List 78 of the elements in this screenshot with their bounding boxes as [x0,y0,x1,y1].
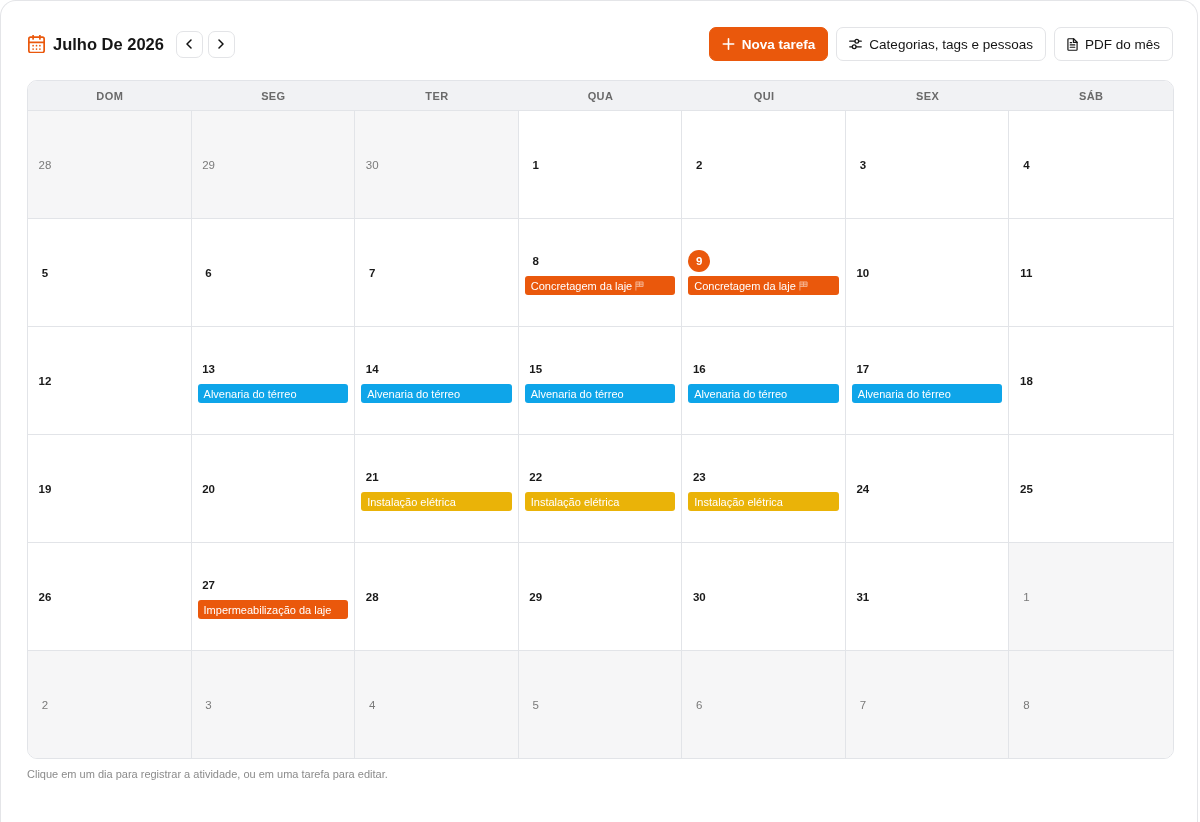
day-cell[interactable]: 29 [191,111,356,218]
day-number: 1 [1022,589,1031,605]
day-number: 3 [858,157,868,173]
flag-icon [635,280,645,291]
day-number: 3 [204,697,213,713]
day-cell[interactable]: 6 [682,651,846,758]
day-number: 7 [367,265,377,281]
day-number: 14 [364,362,380,377]
day-number: 17 [855,362,871,377]
month-title: Julho De 2026 [53,34,164,54]
day-number: 5 [531,697,540,713]
day-number: 16 [691,362,707,377]
day-number: 13 [201,362,216,377]
day-number: 30 [364,157,380,173]
day-number: 19 [37,481,53,497]
weekday-label: SEG [260,88,287,104]
chevron-left-icon [186,39,193,49]
task-bar[interactable]: Concretagem da laje [524,276,676,295]
day-number: 28 [364,589,380,605]
day-number: 6 [204,265,213,281]
day-number: 27 [201,578,216,593]
flag-icon [798,280,808,291]
day-number: 15 [528,362,544,377]
day-cell[interactable]: 5 [518,651,683,758]
calendar-icon [28,35,45,53]
document-icon [1066,37,1078,51]
chevron-right-icon [218,39,225,49]
day-number: 4 [367,697,377,713]
day-number: 5 [40,265,50,281]
sliders-icon [849,38,863,50]
day-number: 12 [37,373,53,389]
day-number: 25 [1019,481,1034,497]
day-number: 31 [855,589,871,605]
weekday-label: DOM [95,88,125,104]
task-bar[interactable]: Concretagem da laje [688,276,839,295]
day-cell[interactable]: 1 [1009,543,1173,650]
day-number: 4 [1022,157,1031,173]
day-number: 21 [364,470,380,485]
day-number: 1 [531,157,540,173]
pdf-button[interactable]: PDF do mês [1053,27,1173,61]
weekday-label: QUI [752,88,776,104]
next-month-button[interactable] [207,30,235,58]
hint-text: Clique em um dia para registrar a atividade, ou em uma tarefa para editar. [27,768,389,780]
weekday-label: QUA [586,88,615,104]
day-number: 2 [40,697,50,713]
day-number: 10 [855,265,871,281]
day-cell[interactable]: 2 [28,651,192,758]
day-number: 26 [37,589,53,605]
day-number: 29 [201,157,216,173]
new-task-button[interactable]: Nova tarefa [708,27,829,61]
day-cell[interactable]: 30 [355,111,519,218]
weekday-label: SÁB [1078,88,1105,104]
weekday-label: SEX [915,88,941,104]
day-number: 30 [691,589,707,605]
task-bar[interactable]: Impermeabilização da laje [197,600,349,619]
day-number: 6 [695,697,704,713]
day-number: 29 [528,589,544,605]
day-number: 8 [1022,697,1031,713]
day-cell[interactable]: 3 [191,651,356,758]
day-cell[interactable]: 7 [845,651,1010,758]
day-number: 11 [1019,265,1034,281]
categories-button[interactable]: Categorias, tags e pessoas [836,27,1046,61]
day-number: 18 [1019,373,1034,389]
previous-month-button[interactable] [175,30,203,58]
day-number: 22 [528,470,544,485]
day-number: 8 [531,254,540,269]
day-number: 7 [858,697,868,713]
day-cell[interactable]: 28 [28,111,192,218]
day-number: 20 [201,481,216,497]
day-number: 24 [855,481,871,497]
day-cell[interactable]: 8 [1009,651,1173,758]
day-number: 23 [691,470,707,485]
day-number: 2 [695,157,704,173]
weekday-label: TER [424,88,450,104]
plus-icon [721,38,735,50]
day-cell[interactable]: 4 [355,651,519,758]
day-number: 9 [688,250,711,272]
day-number: 28 [37,157,53,173]
